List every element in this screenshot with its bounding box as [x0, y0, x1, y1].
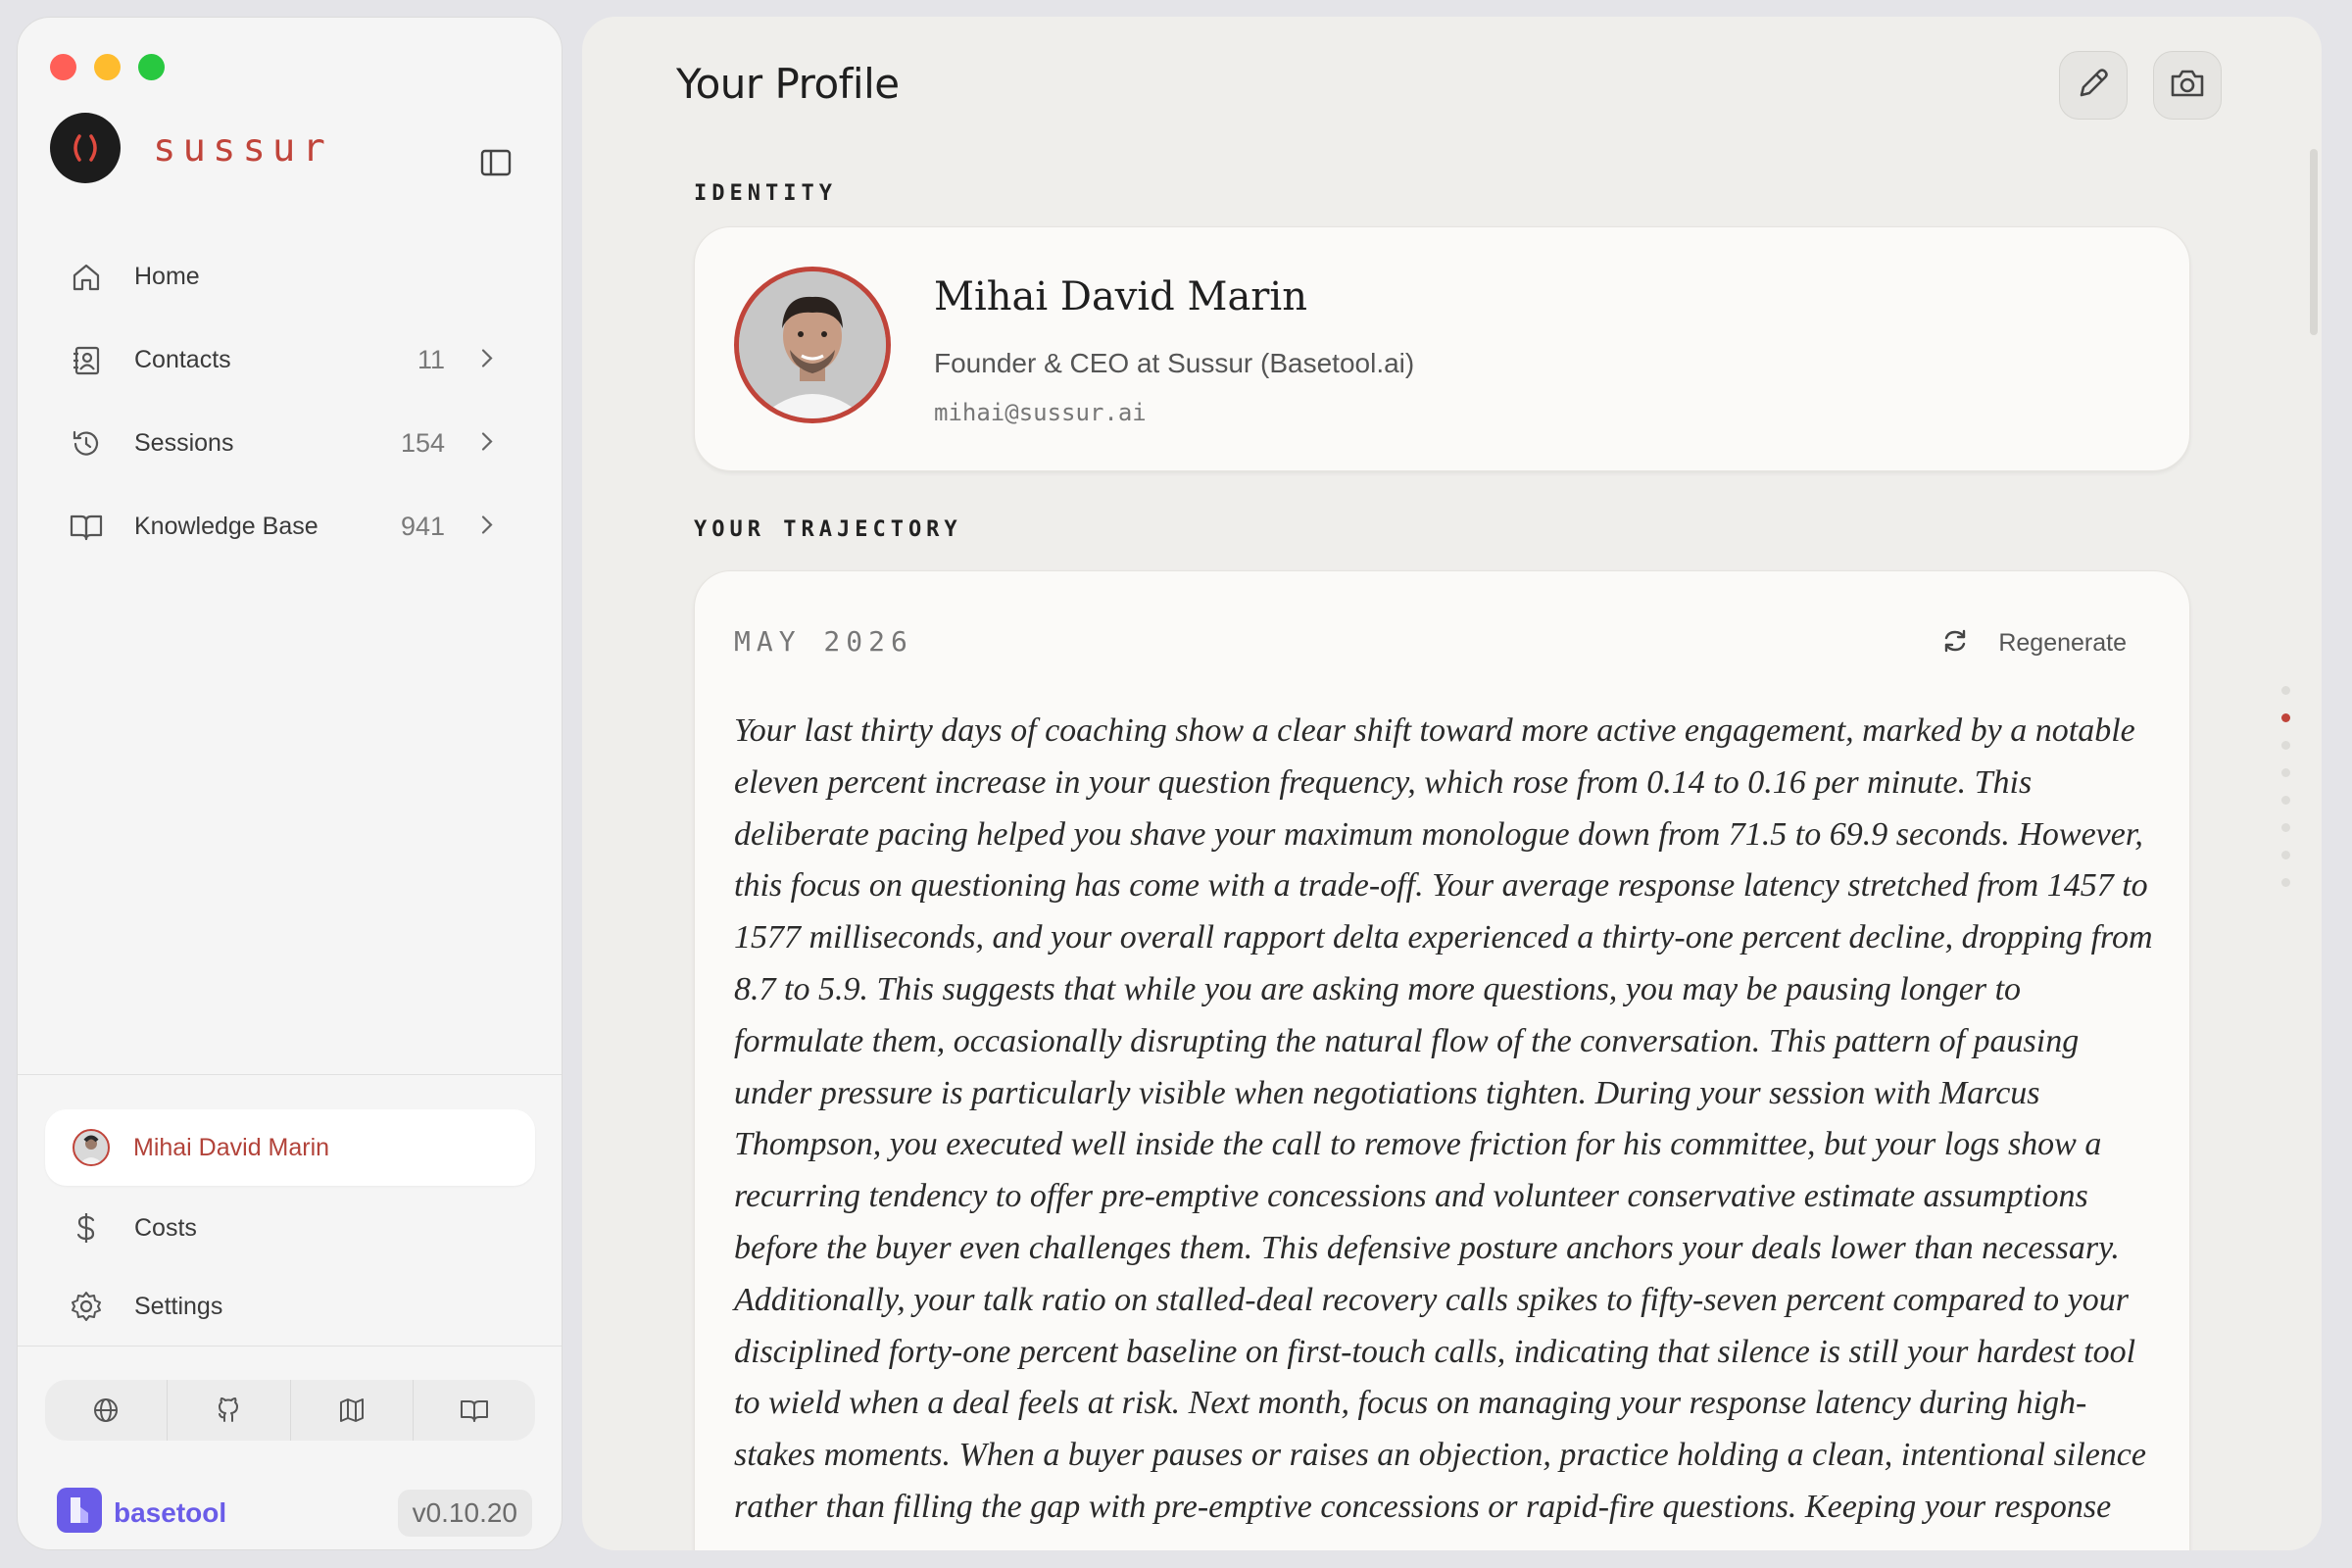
count-badge: 154 [400, 428, 445, 458]
trajectory-summary: Your last thirty days of coaching show a… [734, 712, 2153, 1525]
trajectory-section-label: YOUR TRAJECTORY [694, 517, 962, 542]
main-nav: Home Contacts 11 Sessions 154 Knowledge … [53, 235, 533, 568]
sidebar-item-label: Settings [134, 1292, 223, 1320]
edit-button[interactable] [2059, 51, 2128, 120]
page-title: Your Profile [676, 60, 900, 108]
sidebar-footer: basetool v0.10.20 [57, 1488, 532, 1538]
basetool-logo-icon [57, 1488, 102, 1538]
profile-name: Mihai David Marin [133, 1133, 330, 1161]
camera-icon [2169, 67, 2206, 105]
sidebar-item-home[interactable]: Home [53, 235, 533, 318]
sidebar-item-sessions[interactable]: Sessions 154 [53, 402, 533, 485]
sidebar-item-label: Knowledge Base [134, 513, 318, 540]
profile-role: Founder & CEO at Sussur (Basetool.ai) [934, 348, 1415, 378]
gear-icon [67, 1287, 106, 1326]
identity-card: Mihai David Marin Founder & CEO at Sussu… [694, 226, 2190, 471]
version-badge: v0.10.20 [397, 1489, 532, 1537]
maximize-window-button[interactable] [138, 54, 165, 80]
sidebar-item-knowledge-base[interactable]: Knowledge Base 941 [53, 485, 533, 568]
refresh-icon [1941, 627, 1969, 660]
divider [18, 1346, 562, 1347]
brand-logo-icon [50, 113, 121, 183]
sidebar-item-profile[interactable]: Mihai David Marin [45, 1109, 535, 1186]
quick-links-bar [45, 1380, 535, 1441]
section-dot[interactable] [2281, 823, 2290, 832]
contacts-icon [67, 341, 106, 380]
secondary-nav: Costs Settings [53, 1189, 533, 1346]
basetool-name: basetool [114, 1496, 227, 1528]
section-dot[interactable] [2281, 851, 2290, 859]
book-icon [67, 508, 106, 547]
section-dot[interactable] [2281, 741, 2290, 750]
minimize-window-button[interactable] [94, 54, 121, 80]
profile-name: Mihai David Marin [934, 274, 1307, 319]
basetool-link[interactable]: basetool [57, 1488, 226, 1538]
sidebar-item-label: Costs [134, 1213, 197, 1242]
identity-section-label: IDENTITY [694, 181, 837, 206]
avatar[interactable] [734, 267, 891, 423]
window-controls [50, 54, 165, 80]
brand[interactable]: sussur [50, 113, 332, 183]
count-badge: 941 [400, 512, 445, 541]
section-dot-active[interactable] [2281, 713, 2290, 722]
chevron-right-icon [480, 430, 494, 457]
section-dot[interactable] [2281, 768, 2290, 777]
sidebar-item-label: Sessions [134, 429, 234, 457]
sidebar-item-settings[interactable]: Settings [53, 1267, 533, 1346]
sidebar-item-label: Contacts [134, 346, 231, 373]
github-icon[interactable] [168, 1380, 291, 1441]
regenerate-label: Regenerate [1998, 629, 2127, 657]
main-content: Your Profile IDENTITY Mihai David Marin … [582, 17, 2322, 1550]
dollar-icon [67, 1208, 106, 1248]
book-open-icon[interactable] [414, 1380, 535, 1441]
chevron-right-icon [480, 514, 494, 540]
section-dot[interactable] [2281, 686, 2290, 695]
scrollbar[interactable] [2310, 149, 2318, 335]
profile-email: mihai@sussur.ai [934, 399, 1147, 426]
count-badge: 11 [416, 345, 445, 374]
camera-button[interactable] [2153, 51, 2222, 120]
sidebar-item-contacts[interactable]: Contacts 11 [53, 318, 533, 402]
home-icon [67, 258, 106, 297]
close-window-button[interactable] [50, 54, 76, 80]
sidebar-item-costs[interactable]: Costs [53, 1189, 533, 1267]
section-dots [2281, 686, 2291, 906]
section-dot[interactable] [2281, 796, 2290, 805]
regenerate-button[interactable]: Regenerate [1941, 627, 2127, 660]
brand-name: sussur [153, 125, 332, 171]
chevron-right-icon [480, 347, 494, 373]
pencil-icon [2076, 66, 2111, 106]
trajectory-card: MAY 2026 Regenerate Your last thirty day… [694, 570, 2190, 1550]
section-dot[interactable] [2281, 878, 2290, 887]
history-icon [67, 424, 106, 464]
divider [18, 1074, 562, 1075]
sidebar: sussur Home Contacts 11 Sessions 154 Kno… [17, 17, 563, 1550]
globe-icon[interactable] [45, 1380, 169, 1441]
trajectory-date: MAY 2026 [734, 625, 913, 658]
avatar [73, 1129, 110, 1166]
map-icon[interactable] [291, 1380, 414, 1441]
sidebar-item-label: Home [134, 263, 200, 290]
sidebar-toggle-icon[interactable] [480, 149, 512, 181]
